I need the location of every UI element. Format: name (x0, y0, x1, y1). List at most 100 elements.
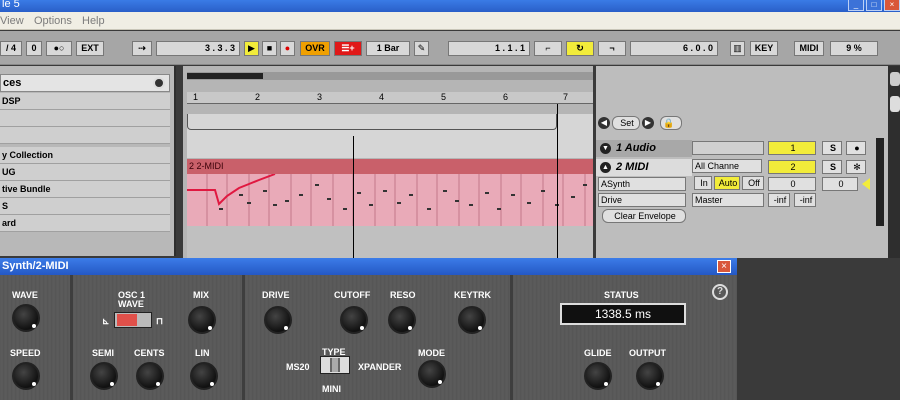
osc-wave-switch-handle[interactable] (117, 314, 137, 326)
browser-item[interactable]: y Collection (0, 147, 170, 164)
lin-knob[interactable] (190, 362, 218, 390)
audio-track-activator[interactable]: 1 (768, 141, 816, 155)
loop-length[interactable]: 6 . 0 . 0 (630, 41, 718, 56)
midi-clip-header[interactable]: 2 2-MIDI (187, 159, 593, 174)
loop-start[interactable]: 1 . 1 . 1 (448, 41, 530, 56)
semi-knob[interactable] (90, 362, 118, 390)
browser-options-icon[interactable] (153, 77, 165, 89)
close-window-button[interactable]: × (884, 0, 900, 11)
mini-label: MINI (322, 384, 341, 394)
parameter-chooser[interactable]: Drive (598, 193, 686, 207)
filter-type-handle[interactable] (330, 358, 340, 372)
midi-map-button[interactable]: MIDI (794, 41, 824, 56)
menu-options[interactable]: Options (34, 15, 72, 27)
key-map-button[interactable]: KEY (750, 41, 778, 56)
browser-item[interactable]: tive Bundle (0, 181, 170, 198)
ms20-label: MS20 (286, 362, 310, 372)
midi-clip-body[interactable] (187, 173, 593, 226)
maximize-button[interactable]: □ (866, 0, 882, 11)
audio-input-chooser[interactable] (692, 141, 764, 155)
quantize-select[interactable]: 1 Bar (366, 41, 410, 56)
menu-help[interactable]: Help (82, 15, 105, 27)
midi-input-chooser[interactable]: All Channe (692, 159, 762, 173)
play-icon[interactable]: ▶ (244, 41, 259, 56)
signature-denominator[interactable]: 0 (26, 41, 42, 56)
browser-item[interactable]: DSP (0, 93, 170, 110)
browser-item[interactable]: ard (0, 215, 170, 232)
loop-switch-icon[interactable]: ↻ (566, 41, 594, 56)
help-icon[interactable]: ? (712, 284, 728, 300)
level-meter (876, 138, 884, 226)
empty-track-area[interactable] (187, 226, 593, 258)
send-a-field[interactable]: -inf (768, 193, 790, 207)
midi-solo-button[interactable]: S (822, 160, 842, 174)
overview-scrollbar[interactable] (187, 72, 593, 80)
cents-knob[interactable] (136, 362, 164, 390)
keyboard-icon[interactable]: ▥ (730, 41, 745, 56)
keytrk-knob[interactable] (458, 306, 486, 334)
set-locator-button[interactable]: Set (612, 116, 640, 130)
output-chooser[interactable]: Master (692, 193, 764, 207)
overview-handle[interactable] (187, 73, 263, 79)
pencil-icon[interactable]: ✎ (414, 41, 429, 56)
reso-knob[interactable] (388, 306, 416, 334)
metronome-button[interactable]: ●○ (46, 41, 72, 56)
minimize-button[interactable]: _ (848, 0, 864, 11)
record-quantize-icon[interactable]: ☰+ (334, 41, 362, 56)
menu-view[interactable]: View (0, 15, 24, 27)
filter-type-switch[interactable] (320, 356, 350, 374)
volume-field[interactable]: 0 (768, 177, 816, 191)
loop-brace[interactable] (187, 114, 557, 130)
midi-arm-icon[interactable]: ✻ (846, 160, 866, 174)
device-chooser[interactable]: ASynth (598, 177, 686, 191)
send-b-field[interactable]: -inf (794, 193, 816, 207)
plugin-titlebar[interactable]: Synth/2-MIDI (0, 258, 737, 275)
next-locator-icon[interactable]: ▶ (642, 117, 654, 129)
timeline-ruler[interactable]: 1 2 3 4 5 6 7 (187, 92, 593, 104)
monitor-off-button[interactable]: Off (742, 176, 764, 190)
punch-in-icon[interactable]: ⌐ (534, 41, 562, 56)
ext-sync-button[interactable]: EXT (76, 41, 104, 56)
drive-label: DRIVE (262, 290, 290, 300)
mode-knob[interactable] (418, 360, 446, 388)
mix-knob[interactable] (188, 306, 216, 334)
stop-icon[interactable]: ■ (262, 41, 277, 56)
browser-item[interactable]: S (0, 198, 170, 215)
lfo-speed-knob[interactable] (12, 362, 40, 390)
monitor-auto-button[interactable]: Auto (714, 176, 740, 190)
audio-arm-icon[interactable]: ● (846, 141, 866, 155)
midi-track-activator[interactable]: 2 (768, 160, 816, 174)
monitor-in-button[interactable]: In (694, 176, 712, 190)
audio-track-lane[interactable] (187, 114, 593, 158)
reso-label: RESO (390, 290, 416, 300)
prev-locator-icon[interactable]: ◀ (598, 117, 610, 129)
midi-fold-icon[interactable]: ▲ (600, 162, 611, 173)
glide-knob[interactable] (584, 362, 612, 390)
browser-item[interactable] (0, 110, 170, 127)
side-toggle-icon[interactable] (890, 72, 900, 86)
pan-field[interactable]: 0 (822, 177, 858, 191)
song-position[interactable]: 3 . 3 . 3 (156, 41, 240, 56)
drive-knob[interactable] (264, 306, 292, 334)
audio-fold-icon[interactable]: ▼ (600, 143, 611, 154)
lock-icon[interactable]: 🔒 (660, 116, 682, 130)
cpu-meter: 9 % (830, 41, 878, 56)
playhead-marker (353, 136, 354, 258)
plugin-close-icon[interactable]: × (717, 260, 731, 273)
lfo-wave-knob[interactable] (12, 304, 40, 332)
signature-numerator[interactable]: / 4 (0, 41, 22, 56)
browser-item[interactable] (0, 127, 170, 144)
mode-label: MODE (418, 348, 445, 358)
punch-out-icon[interactable]: ¬ (598, 41, 626, 56)
output-knob[interactable] (636, 362, 664, 390)
clear-envelope-button[interactable]: Clear Envelope (602, 209, 686, 223)
follow-button[interactable]: ⇢ (132, 41, 152, 56)
audio-solo-button[interactable]: S (822, 141, 842, 155)
cutoff-knob[interactable] (340, 306, 368, 334)
record-icon[interactable]: ● (280, 41, 295, 56)
side-toggle-icon[interactable] (890, 96, 900, 112)
pan-arrow-icon[interactable] (862, 178, 870, 190)
browser-item[interactable]: UG (0, 164, 170, 181)
overdub-button[interactable]: OVR (300, 41, 330, 56)
osc-wave-switch[interactable] (114, 312, 152, 328)
